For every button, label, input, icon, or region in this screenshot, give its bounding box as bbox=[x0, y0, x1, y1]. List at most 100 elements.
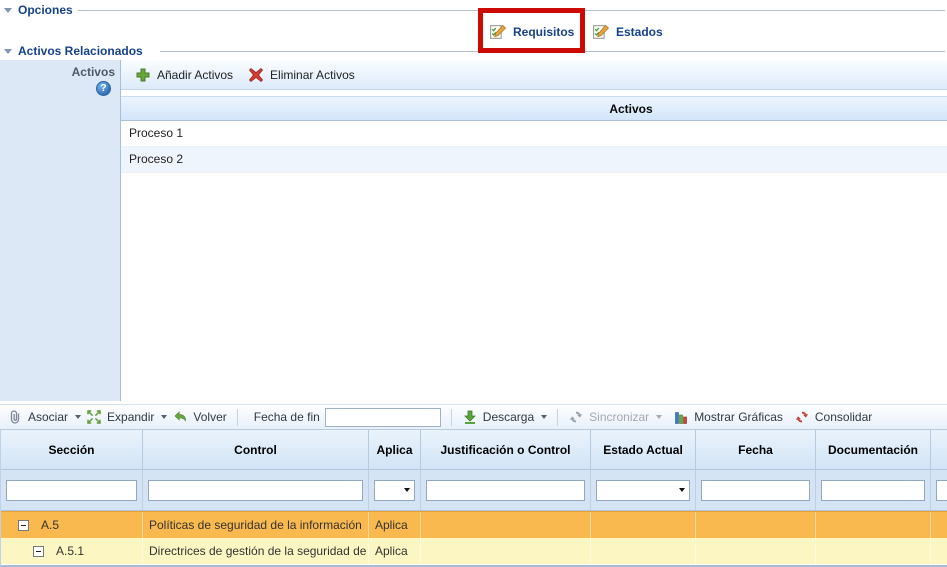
anadir-activos-button[interactable]: Añadir Activos bbox=[131, 65, 237, 85]
justificacion-filter-input[interactable] bbox=[426, 480, 585, 501]
column-header-documentacion[interactable]: Documentación bbox=[816, 430, 931, 469]
seccion-value: A.5 bbox=[41, 518, 59, 532]
filter-cell bbox=[816, 470, 931, 510]
fecha-cell bbox=[696, 538, 816, 564]
control-cell: Directrices de gestión de la seguridad d… bbox=[143, 538, 369, 564]
anadir-activos-label: Añadir Activos bbox=[157, 68, 233, 82]
controls-toolbar: Asociar Expandir Volver Fecha de fin bbox=[0, 404, 947, 430]
estado-cell bbox=[591, 512, 696, 538]
collapse-toggle-icon[interactable] bbox=[4, 49, 12, 54]
controls-grid-filter-row bbox=[1, 470, 947, 511]
help-icon[interactable]: ? bbox=[96, 81, 111, 96]
remove-x-icon bbox=[248, 67, 264, 83]
aplica-filter-select[interactable] bbox=[374, 480, 415, 501]
documentacion-cell bbox=[816, 538, 931, 564]
expandir-label: Expandir bbox=[107, 410, 154, 424]
estado-cell bbox=[591, 538, 696, 564]
aplica-cell: Aplica bbox=[369, 538, 421, 564]
column-header-justificacion[interactable]: Justificación o Control bbox=[421, 430, 591, 469]
add-plus-icon bbox=[135, 67, 151, 83]
consolidar-label: Consolidar bbox=[815, 410, 872, 424]
table-row-a5[interactable]: A.5 Políticas de seguridad de la informa… bbox=[1, 511, 947, 538]
edit-note-icon bbox=[592, 23, 610, 41]
asociar-label: Asociar bbox=[28, 410, 68, 424]
chevron-down-icon bbox=[541, 415, 547, 419]
red-highlight-annotation bbox=[478, 8, 585, 53]
activos-column-title: Activos bbox=[121, 97, 947, 121]
toolbar-separator bbox=[557, 409, 558, 426]
fecha-de-fin-label: Fecha de fin bbox=[254, 410, 320, 424]
activos-field-label-cell: Activos ? bbox=[0, 60, 120, 401]
eliminar-activos-button[interactable]: Eliminar Activos bbox=[244, 65, 359, 85]
activos-grid: Añadir Activos Eliminar Activos Activos … bbox=[120, 60, 947, 401]
toolbar-separator bbox=[237, 409, 238, 426]
fecha-de-fin-input[interactable] bbox=[325, 408, 441, 427]
filter-cell bbox=[421, 470, 591, 510]
column-header-control[interactable]: Control bbox=[143, 430, 369, 469]
expand-arrows-icon bbox=[86, 409, 102, 425]
column-header-fecha[interactable]: Fecha bbox=[696, 430, 816, 469]
activos-relacionados-title: Activos Relacionados bbox=[18, 44, 143, 58]
dropdown-arrow-icon bbox=[679, 488, 685, 492]
mostrar-graficas-button[interactable]: Mostrar Gráficas bbox=[694, 410, 783, 424]
descarga-button[interactable]: Descarga bbox=[483, 410, 547, 424]
consolidar-button[interactable]: Consolidar bbox=[815, 410, 872, 424]
clipped-cell bbox=[931, 538, 947, 564]
activos-list-item[interactable]: Proceso 2 bbox=[121, 147, 947, 173]
opciones-section-header: Opciones bbox=[4, 3, 73, 17]
aplica-cell: Aplica bbox=[369, 512, 421, 538]
paperclip-icon bbox=[7, 409, 23, 425]
filter-cell bbox=[931, 470, 947, 510]
table-row-a51[interactable]: A.5.1 Directrices de gestión de la segur… bbox=[1, 538, 947, 564]
estados-button[interactable]: Estados bbox=[592, 19, 663, 45]
volver-button[interactable]: Volver bbox=[193, 410, 226, 424]
documentacion-filter-input[interactable] bbox=[821, 480, 925, 501]
column-header-aplica[interactable]: Aplica bbox=[369, 430, 421, 469]
download-icon bbox=[462, 409, 478, 425]
activos-field-label: Activos bbox=[72, 65, 115, 79]
chevron-down-icon bbox=[75, 415, 81, 419]
control-filter-input[interactable] bbox=[148, 480, 363, 501]
chevron-down-icon bbox=[656, 415, 662, 419]
fecha-cell bbox=[696, 512, 816, 538]
activos-grid-column-header[interactable]: Activos bbox=[121, 96, 947, 121]
back-arrow-icon bbox=[172, 409, 188, 425]
activos-panel: Activos ? Añadir Activos Eliminar Activo… bbox=[0, 60, 947, 401]
asociar-button[interactable]: Asociar bbox=[28, 410, 81, 424]
column-header-estado-actual[interactable]: Estado Actual bbox=[591, 430, 696, 469]
seccion-cell: A.5 bbox=[1, 512, 143, 538]
eliminar-activos-label: Eliminar Activos bbox=[270, 68, 355, 82]
filter-cell bbox=[1, 470, 143, 510]
seccion-value: A.5.1 bbox=[56, 544, 84, 558]
seccion-cell: A.5.1 bbox=[1, 538, 143, 564]
collapse-toggle-icon[interactable] bbox=[4, 8, 12, 13]
column-header-clipped bbox=[931, 430, 947, 469]
justificacion-cell bbox=[421, 512, 591, 538]
activos-grid-toolbar: Añadir Activos Eliminar Activos bbox=[121, 60, 947, 90]
clipped-filter-input[interactable] bbox=[936, 480, 947, 501]
filter-cell bbox=[696, 470, 816, 510]
controls-grid: Sección Control Aplica Justificación o C… bbox=[0, 430, 947, 567]
bar-chart-icon bbox=[673, 409, 689, 425]
estados-button-label: Estados bbox=[616, 25, 663, 39]
volver-label: Volver bbox=[193, 410, 226, 424]
controls-grid-header-row: Sección Control Aplica Justificación o C… bbox=[1, 430, 947, 470]
control-cell: Políticas de seguridad de la información bbox=[143, 512, 369, 538]
activos-list-item[interactable]: Proceso 1 bbox=[121, 121, 947, 147]
fecha-filter-input[interactable] bbox=[701, 480, 810, 501]
sync-icon-disabled bbox=[568, 409, 584, 425]
filter-cell bbox=[143, 470, 369, 510]
expandir-button[interactable]: Expandir bbox=[107, 410, 167, 424]
justificacion-cell bbox=[421, 538, 591, 564]
activos-relacionados-section-header: Activos Relacionados bbox=[4, 44, 143, 58]
sincronizar-label: Sincronizar bbox=[589, 410, 649, 424]
collapse-minus-icon[interactable] bbox=[18, 520, 29, 531]
clipped-cell bbox=[931, 512, 947, 538]
seccion-filter-input[interactable] bbox=[6, 480, 137, 501]
estado-actual-filter-select[interactable] bbox=[596, 480, 690, 501]
application-page: Opciones Requisitos Estados Activos Rela… bbox=[0, 0, 947, 567]
documentacion-cell bbox=[816, 512, 931, 538]
collapse-minus-icon[interactable] bbox=[33, 546, 44, 557]
sincronizar-button[interactable]: Sincronizar bbox=[589, 410, 662, 424]
column-header-seccion[interactable]: Sección bbox=[1, 430, 143, 469]
